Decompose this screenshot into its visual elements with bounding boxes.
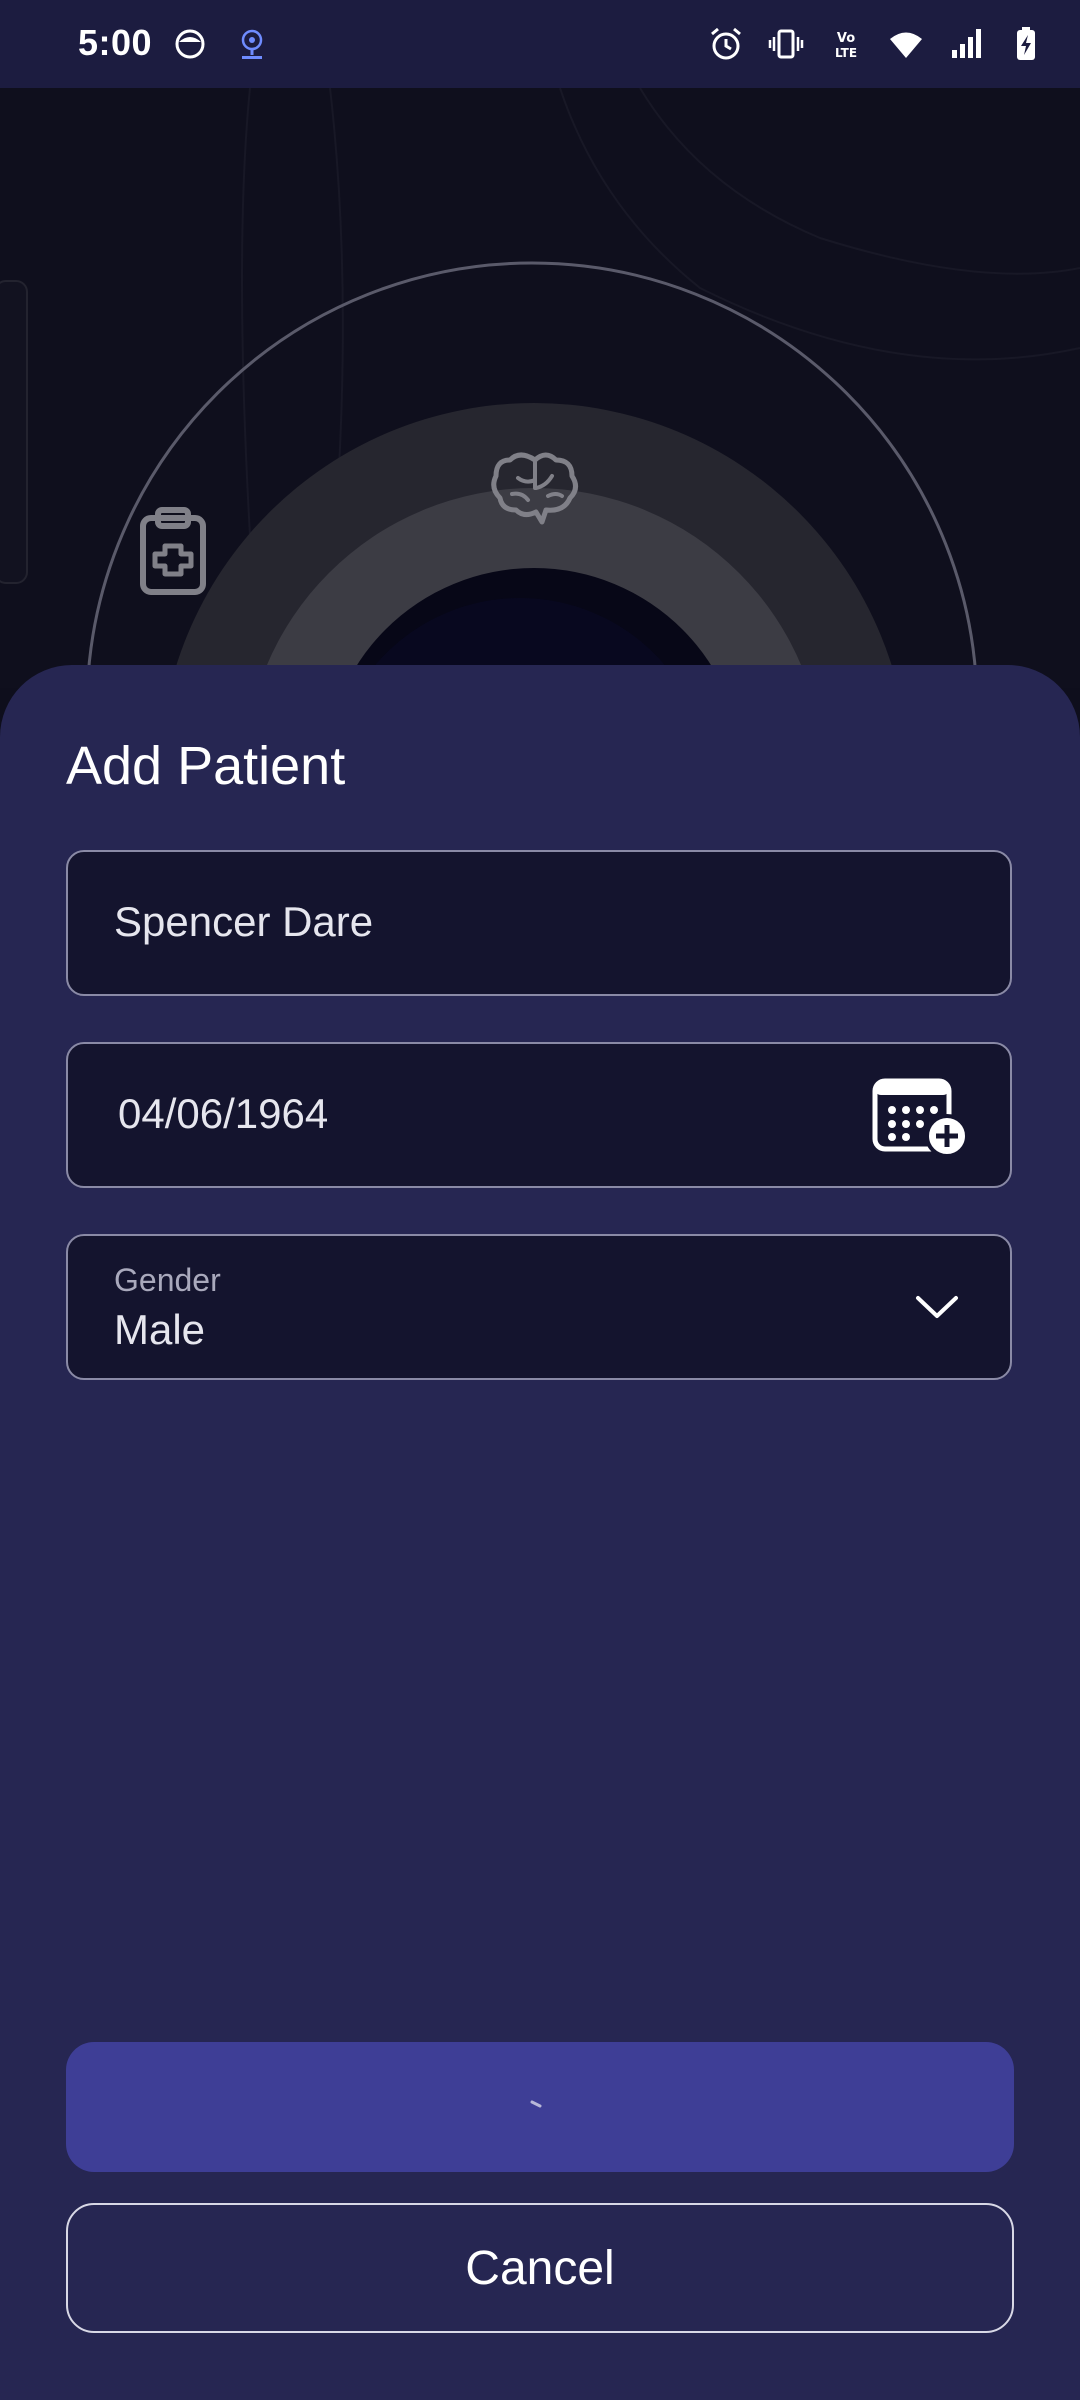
date-of-birth-value: 04/06/1964 <box>118 1090 329 1137</box>
gender-label: Gender <box>114 1262 221 1298</box>
calendar-add-icon[interactable] <box>872 1078 972 1158</box>
gender-value: Male <box>114 1306 206 1353</box>
save-patient-button[interactable] <box>66 2042 1014 2172</box>
background-art <box>86 88 1080 688</box>
sheet-title: Add Patient <box>66 736 346 796</box>
add-patient-sheet: Add Patient Spencer Dare 04/06/1964 Gend… <box>0 665 1080 2400</box>
patient-name-value: Spencer Dare <box>114 898 374 945</box>
loading-spinner-icon <box>530 2100 542 2108</box>
svg-text:Vo: Vo <box>837 31 855 46</box>
side-drawer-handle[interactable] <box>0 280 28 584</box>
wifi-icon <box>890 32 922 58</box>
signal-icon <box>952 29 981 58</box>
clipboard-medical-icon <box>140 507 206 595</box>
status-bar: 5:00 Vo LTE <box>0 0 1080 88</box>
cancel-button[interactable]: Cancel <box>66 2203 1014 2333</box>
status-time: 5:00 <box>78 22 153 63</box>
date-of-birth-field[interactable]: 04/06/1964 <box>66 1042 1012 1188</box>
face-notification-icon <box>175 29 205 59</box>
podcast-notification-icon <box>241 29 263 59</box>
background-illustration <box>0 88 1080 688</box>
svg-text:LTE: LTE <box>835 46 857 60</box>
volte-icon: Vo LTE <box>835 31 857 60</box>
add-patient-screen: 5:00 Vo LTE Add Patient Spencer Dare 04/… <box>0 0 1080 2400</box>
vibrate-icon <box>768 29 804 59</box>
status-right-icons: Vo LTE <box>706 24 1046 64</box>
battery-charging-icon <box>1017 27 1035 60</box>
chevron-down-icon[interactable] <box>914 1292 960 1322</box>
brain-icon <box>491 452 578 525</box>
alarm-icon <box>711 27 741 60</box>
patient-name-field[interactable]: Spencer Dare <box>66 850 1012 996</box>
gender-select[interactable]: Gender Male <box>66 1234 1012 1380</box>
status-left-icons <box>170 24 272 64</box>
